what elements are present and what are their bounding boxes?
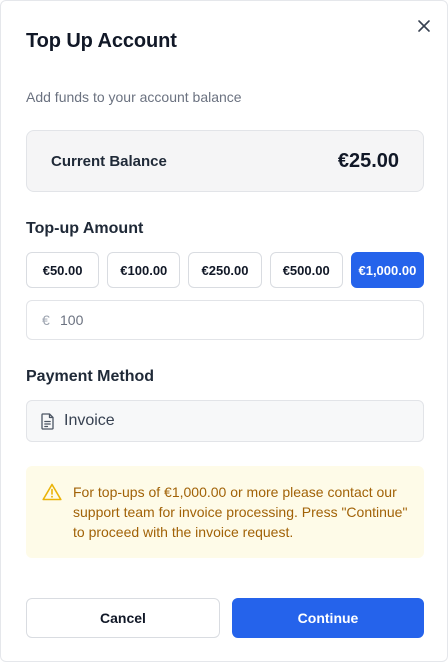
document-icon	[40, 412, 55, 430]
amount-input-field[interactable]: €	[26, 300, 424, 340]
top-up-dialog: Top Up Account Add funds to your account…	[0, 0, 448, 662]
payment-method-value: Invoice	[64, 412, 115, 429]
current-balance-card: Current Balance €25.00	[26, 130, 424, 192]
warning-icon	[42, 483, 62, 501]
current-balance-label: Current Balance	[51, 153, 167, 170]
amount-option-1000[interactable]: €1,000.00	[350, 252, 425, 288]
payment-method-label: Payment Method	[26, 368, 155, 385]
currency-symbol: €	[42, 312, 50, 328]
amount-input[interactable]	[60, 312, 390, 328]
topup-amount-label: Top-up Amount	[26, 220, 144, 237]
payment-method-field[interactable]: Invoice	[26, 400, 424, 442]
amount-option-500[interactable]: €500.00	[269, 252, 343, 288]
amount-options: €50.00 €100.00 €250.00 €500.00 €1,000.00	[26, 252, 425, 288]
notice-text: For top-ups of €1,000.00 or more please …	[73, 484, 408, 540]
dialog-title: Top Up Account	[26, 30, 177, 52]
invoice-notice: For top-ups of €1,000.00 or more please …	[26, 466, 424, 558]
amount-option-250[interactable]: €250.00	[188, 252, 262, 288]
current-balance-value: €25.00	[337, 150, 399, 172]
amount-option-100[interactable]: €100.00	[107, 252, 181, 288]
dialog-subtitle: Add funds to your account balance	[26, 89, 242, 105]
cancel-button[interactable]: Cancel	[26, 598, 220, 638]
close-icon[interactable]	[415, 17, 433, 35]
continue-button[interactable]: Continue	[232, 598, 424, 638]
amount-option-50[interactable]: €50.00	[26, 252, 100, 288]
